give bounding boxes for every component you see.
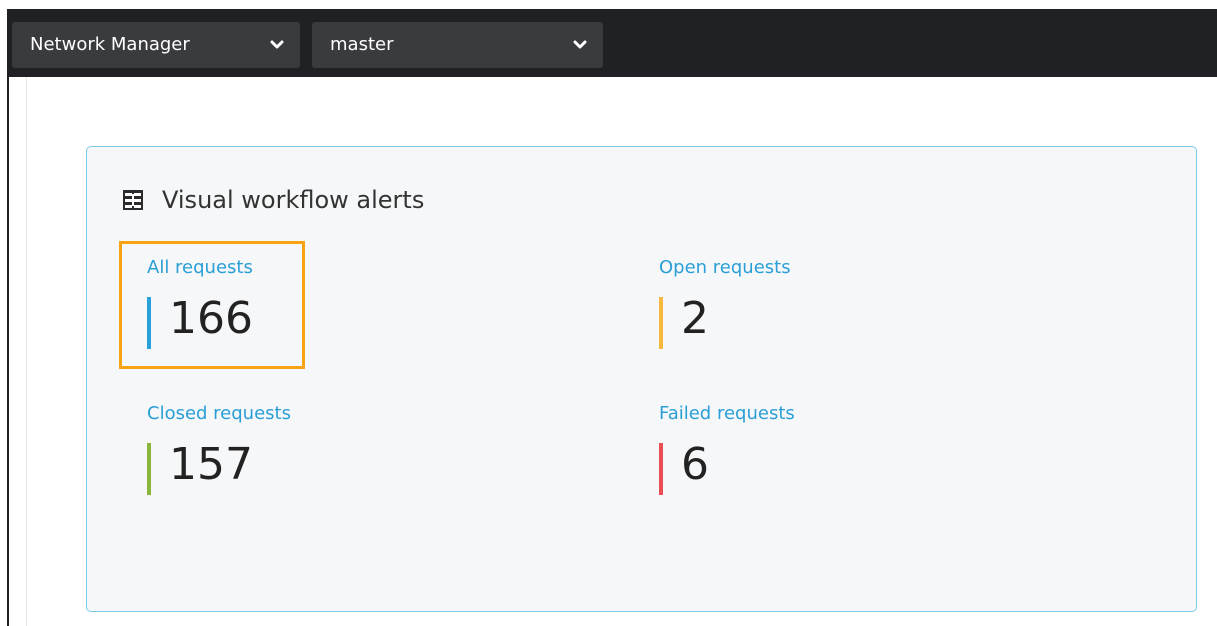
top-bar: Network Manager master — [7, 9, 1217, 77]
app-frame: Network Manager master Visual workflow a… — [0, 0, 1217, 626]
card-title: Visual workflow alerts — [162, 186, 425, 214]
closed-requests-link[interactable]: Closed requests — [147, 403, 291, 424]
branch-dropdown[interactable]: master — [312, 22, 603, 68]
all-requests-count: 166 — [169, 293, 253, 344]
workflow-icon — [123, 190, 143, 210]
all-requests-link[interactable]: All requests — [147, 257, 253, 278]
left-border — [7, 77, 9, 626]
open-requests-indicator — [659, 297, 663, 349]
chevron-down-icon — [573, 40, 587, 49]
content-divider — [26, 77, 27, 626]
chevron-down-icon — [270, 40, 284, 49]
all-requests-indicator — [147, 297, 151, 349]
product-dropdown-value: Network Manager — [30, 34, 190, 55]
product-dropdown[interactable]: Network Manager — [12, 22, 300, 68]
card-header: Visual workflow alerts — [122, 185, 424, 215]
branch-dropdown-value: master — [330, 34, 394, 55]
closed-requests-count: 157 — [169, 439, 253, 490]
open-requests-link[interactable]: Open requests — [659, 257, 791, 278]
failed-requests-count: 6 — [681, 439, 709, 490]
workflow-alerts-card: Visual workflow alerts All requests 166 … — [86, 146, 1197, 612]
closed-requests-indicator — [147, 443, 151, 495]
failed-requests-link[interactable]: Failed requests — [659, 403, 795, 424]
open-requests-count: 2 — [681, 293, 709, 344]
failed-requests-indicator — [659, 443, 663, 495]
